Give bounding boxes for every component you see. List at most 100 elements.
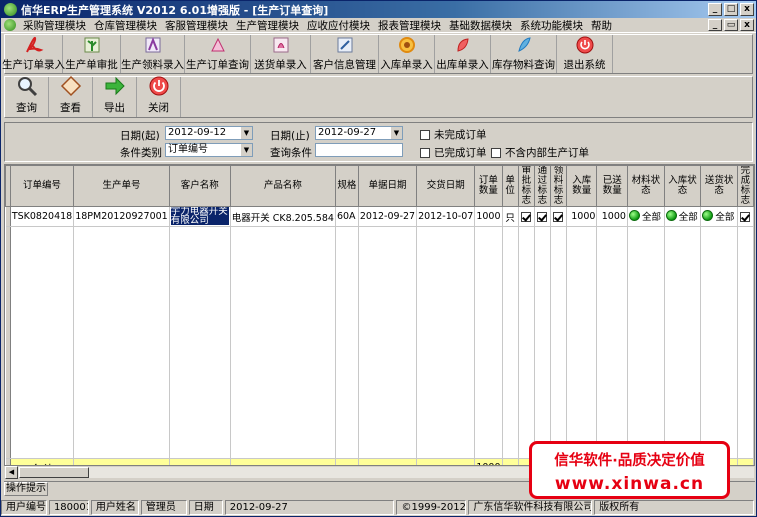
exit-system-button[interactable]: 退出系统	[557, 35, 613, 73]
menu-reports[interactable]: 报表管理模块	[374, 18, 445, 33]
production-approval-button[interactable]: 生产单审批	[63, 35, 121, 73]
col-pass-flag[interactable]: 通过 标志	[533, 165, 551, 207]
cell-in-qty[interactable]: 1000	[566, 206, 598, 227]
col-in-status[interactable]: 入库状态	[663, 165, 702, 207]
exclude-internal-checkbox[interactable]: 不含内部生产订单	[491, 145, 589, 160]
col-sent-qty[interactable]: 已送数量	[596, 165, 628, 207]
menu-purchase[interactable]: 采购管理模块	[19, 18, 90, 33]
finished-orders-checkbox[interactable]: 已完成订单	[420, 145, 487, 160]
empty-cell	[474, 226, 503, 459]
mdi-doc-icon[interactable]	[4, 19, 16, 31]
cell-material-status[interactable]: 全部	[627, 206, 665, 227]
leaf-icon	[452, 35, 474, 55]
unfinished-orders-checkbox[interactable]: 未完成订单	[420, 127, 487, 142]
col-production-no[interactable]: 生产单号	[73, 165, 170, 207]
cell-pass-flag[interactable]	[534, 206, 551, 227]
col-order-qty[interactable]: 订单 数量	[474, 165, 503, 207]
orders-grid[interactable]: 订单编号 生产单号 客户名称 产品名称 规格 单据日期 交货日期 订单 数量 单…	[4, 164, 755, 466]
query-condition-input[interactable]	[315, 143, 403, 157]
dropdown-arrow-icon[interactable]: ▼	[241, 144, 252, 156]
cell-picking-flag[interactable]	[550, 206, 567, 227]
col-delivery-date[interactable]: 交货日期	[416, 165, 476, 207]
col-spec[interactable]: 规格	[334, 165, 359, 207]
status-bar: 用户编号 180001 用户姓名 管理员 日期 2012-09-27 ©1999…	[1, 498, 756, 516]
col-material-status[interactable]: 材料状态	[626, 165, 665, 207]
query-button[interactable]: 查询	[5, 77, 49, 117]
total-label: 合 计	[10, 458, 75, 465]
col-picking-flag[interactable]: 领料 标志	[549, 165, 567, 207]
cell-approval-flag[interactable]	[518, 206, 535, 227]
mdi-minimize-button[interactable]: _	[708, 19, 722, 31]
export-button[interactable]: 导出	[93, 76, 137, 117]
date-from-picker[interactable]: 2012-09-12 ▼	[165, 126, 253, 140]
menu-customer-service[interactable]: 客服管理模块	[161, 18, 232, 33]
cell-customer-name[interactable]: 宇力电器开关有限公司	[169, 206, 231, 227]
delivery-note-entry-button[interactable]: 送货单录入	[251, 35, 311, 73]
inventory-query-button[interactable]: 库存物料查询	[491, 35, 557, 73]
operation-tips-tab[interactable]: 操作提示	[4, 482, 48, 496]
menu-system[interactable]: 系统功能模块	[516, 18, 587, 33]
category-value: 订单编号	[168, 144, 208, 155]
category-select[interactable]: 订单编号 ▼	[165, 143, 253, 157]
cell-complete-flag[interactable]	[737, 206, 754, 227]
menu-receivable-payable[interactable]: 应收应付模块	[303, 18, 374, 33]
col-in-qty[interactable]: 入库数量	[565, 165, 598, 207]
menu-warehouse[interactable]: 仓库管理模块	[90, 18, 161, 33]
user-name-value: 管理员	[140, 499, 187, 515]
pass-checkbox[interactable]	[537, 211, 548, 222]
empty-area	[5, 226, 754, 459]
date-to-label: 日期(止)	[270, 130, 310, 142]
scroll-left-icon[interactable]: ◀	[5, 466, 18, 479]
mdi-restore-button[interactable]: ▭	[724, 19, 738, 31]
cell-unit[interactable]: 只	[502, 206, 519, 227]
col-delivery-status[interactable]: 送货状态	[700, 165, 738, 207]
stock-out-entry-button[interactable]: 出库单录入	[435, 35, 491, 73]
col-approval-flag[interactable]: 审批 标志	[517, 165, 535, 207]
menu-production[interactable]: 生产管理模块	[232, 18, 303, 33]
col-bill-date[interactable]: 单据日期	[357, 165, 418, 207]
col-product-name[interactable]: 产品名称	[229, 165, 336, 207]
close-button[interactable]: x	[740, 3, 754, 16]
col-order-no[interactable]: 订单编号	[9, 165, 75, 207]
date-to-picker[interactable]: 2012-09-27 ▼	[315, 126, 403, 140]
complete-checkbox[interactable]	[740, 211, 751, 222]
customer-info-button[interactable]: 客户信息管理	[311, 35, 379, 73]
minimize-button[interactable]: _	[708, 3, 722, 16]
toolbar-label: 生产订单查询	[186, 59, 249, 71]
close-view-button[interactable]: 关闭	[137, 76, 181, 117]
production-order-query-button[interactable]: 生产订单查询	[185, 35, 251, 73]
checkbox-box[interactable]	[420, 129, 430, 140]
cell-bill-date[interactable]: 2012-09-27	[358, 206, 418, 227]
scroll-thumb[interactable]	[19, 467, 89, 478]
query-condition-label: 查询条件	[270, 147, 312, 159]
table-row[interactable]: TSK0820418 18PM20120927001 宇力电器开关有限公司 电器…	[5, 206, 754, 227]
view-button[interactable]: 查看	[49, 75, 93, 117]
cell-production-no[interactable]: 18PM20120927001	[73, 206, 170, 227]
production-picking-entry-button[interactable]: 生产领料录入	[121, 35, 185, 73]
cell-delivery-status[interactable]: 全部	[700, 206, 738, 227]
mdi-close-button[interactable]: x	[740, 19, 754, 31]
cell-order-no[interactable]: TSK0820418	[10, 206, 75, 227]
cell-sent-qty[interactable]: 1000	[596, 206, 628, 227]
col-complete-flag[interactable]: 完成 标志	[736, 165, 754, 207]
cell-product-name[interactable]: 电器开关 CK8.205.584	[230, 206, 336, 227]
approval-checkbox[interactable]	[521, 211, 532, 222]
close-label: 关闭	[148, 102, 169, 114]
col-unit[interactable]: 单位	[501, 165, 519, 207]
dropdown-arrow-icon[interactable]: ▼	[241, 127, 252, 139]
menu-basic-data[interactable]: 基础数据模块	[445, 18, 516, 33]
checkbox-box[interactable]	[420, 147, 430, 158]
menu-help[interactable]: 帮助	[587, 18, 616, 33]
cell-in-status[interactable]: 全部	[664, 206, 702, 227]
watermark-slogan: 信华软件·品质决定价值	[554, 453, 705, 469]
cell-spec[interactable]: 60A	[335, 206, 359, 227]
production-order-entry-button[interactable]: 生产订单录入	[2, 35, 65, 73]
picking-checkbox[interactable]	[553, 211, 564, 222]
maximize-button[interactable]: □	[724, 3, 738, 16]
cell-order-qty[interactable]: 1000	[474, 206, 503, 227]
checkbox-box[interactable]	[491, 147, 501, 158]
dropdown-arrow-icon[interactable]: ▼	[391, 127, 402, 139]
col-customer-name[interactable]: 客户名称	[168, 165, 231, 207]
cell-delivery-date[interactable]: 2012-10-07	[416, 206, 476, 227]
stock-in-entry-button[interactable]: 入库单录入	[379, 35, 435, 73]
